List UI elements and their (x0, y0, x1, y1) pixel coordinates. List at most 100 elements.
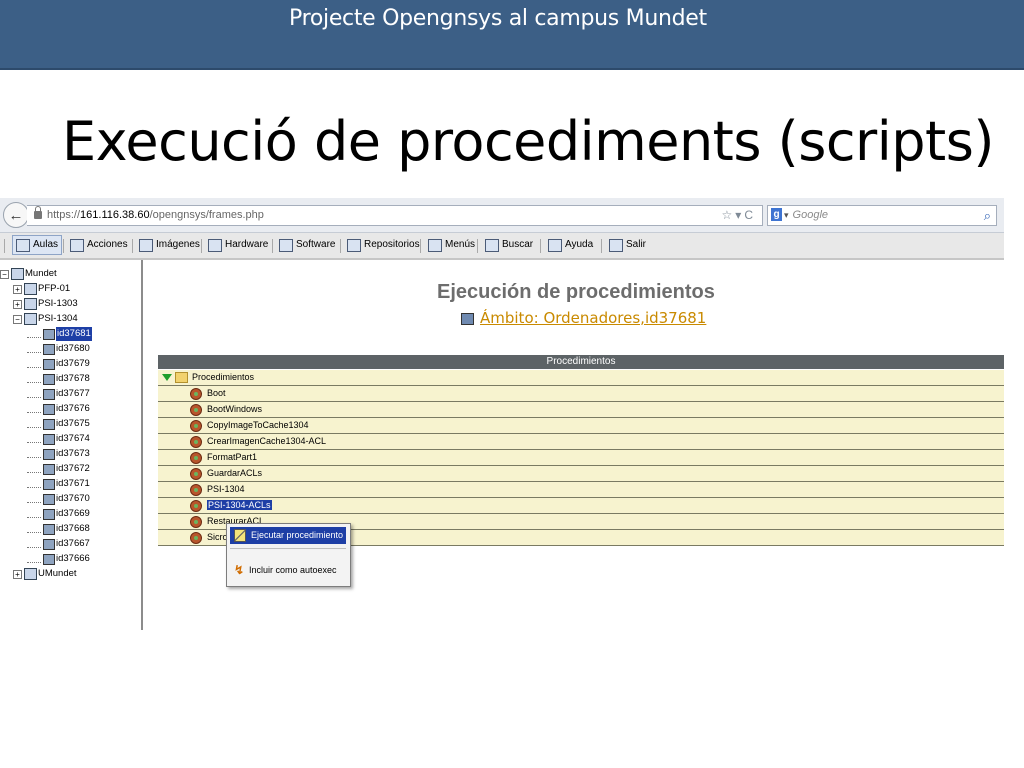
tree-node-root[interactable]: − Mundet (0, 267, 57, 281)
menu-item-ayuda[interactable]: Ayuda (548, 236, 593, 254)
bookmark-star-icon[interactable]: ☆ (722, 208, 736, 222)
tree-node-group[interactable]: + PSI-1303 (13, 297, 78, 311)
tree-node-computer[interactable]: id37674 (27, 432, 90, 446)
menu-item-aulas[interactable]: Aulas (12, 235, 63, 255)
folder-label: Procedimientos (192, 372, 255, 382)
tree-node-computer[interactable]: id37670 (27, 492, 90, 506)
help-icon (548, 238, 562, 252)
expand-icon[interactable]: + (13, 284, 22, 294)
tree-node-computer[interactable]: id37673 (27, 447, 90, 461)
procedure-row[interactable]: FormatPart1 (158, 450, 1004, 466)
procedure-icon (190, 483, 202, 496)
tree-node-computer[interactable]: id37668 (27, 522, 90, 536)
engine-dropdown-icon[interactable]: ▾ (784, 210, 789, 220)
tree-node-computer[interactable]: id37681 (27, 327, 92, 341)
reload-icon[interactable]: C (744, 208, 756, 222)
computer-icon (43, 328, 55, 340)
procedure-row[interactable]: GuardarACLs (158, 466, 1004, 482)
url-path: /opengnsys/frames.php (149, 209, 264, 221)
computer-icon (43, 538, 55, 550)
computer-icon (43, 493, 55, 505)
url-bar-icons: ☆▾C (722, 206, 756, 225)
collapse-icon[interactable]: − (0, 269, 9, 279)
computer-icon (43, 433, 55, 445)
menu-item-buscar[interactable]: Buscar (485, 236, 533, 254)
tree-node-group[interactable]: + PFP-01 (13, 282, 70, 296)
tree-node-computer[interactable]: id37671 (27, 477, 90, 491)
group-icon (24, 283, 37, 295)
menu-item-acciones[interactable]: Acciones (70, 236, 128, 254)
menu-item-hardware[interactable]: Hardware (208, 236, 268, 254)
back-arrow-icon: ← (8, 206, 24, 224)
tree-node-computer[interactable]: id37666 (27, 552, 90, 566)
menu-item-menus[interactable]: Menús (428, 236, 475, 254)
tree-node-computer[interactable]: id37667 (27, 537, 90, 551)
tree-node-computer[interactable]: id37675 (27, 417, 90, 431)
menu-label: Ayuda (565, 239, 594, 250)
tree-node-computer[interactable]: id37678 (27, 372, 90, 386)
search-input[interactable]: g ▾ Google ⌕ (767, 205, 997, 226)
tree-label: id37675 (56, 418, 90, 429)
url-input[interactable]: https://161.116.38.60/opengnsys/frames.p… (27, 205, 763, 226)
menu-separator (272, 239, 273, 253)
menu-item-salir[interactable]: Salir (609, 236, 646, 254)
folder-row[interactable]: Procedimientos (158, 370, 1004, 386)
procedure-row[interactable]: BootWindows (158, 402, 1004, 418)
procedure-row[interactable]: CopyImageToCache1304 (158, 418, 1004, 434)
scope-link[interactable]: Ámbito: Ordenadores,id37681 (480, 309, 706, 327)
network-icon (11, 268, 24, 280)
tree-node-computer[interactable]: id37672 (27, 462, 90, 476)
procedure-icon (190, 451, 202, 464)
computer-icon (43, 403, 55, 415)
procedure-icon (190, 499, 202, 512)
tree-node-computer[interactable]: id37676 (27, 402, 90, 416)
tree-node-computer[interactable]: id37677 (27, 387, 90, 401)
menu-separator (477, 239, 478, 253)
procedure-label: PSI-1304 (207, 484, 245, 494)
tree-node-group[interactable]: + UMundet (13, 567, 77, 581)
procedure-label: CrearImagenCache1304-ACL (207, 436, 327, 446)
google-search-engine-icon[interactable]: g (771, 208, 782, 221)
procedure-row[interactable]: CrearImagenCache1304-ACL (158, 434, 1004, 450)
dropdown-arrow-icon[interactable]: ▾ (735, 208, 744, 222)
group-icon (24, 298, 37, 310)
collapse-icon[interactable]: − (13, 314, 22, 324)
context-item-execute[interactable]: Ejecutar procedimiento (230, 527, 346, 544)
computer-icon (43, 418, 55, 430)
repositories-icon (347, 238, 361, 252)
exit-icon (609, 238, 623, 252)
tree-node-group[interactable]: − PSI-1304 (13, 312, 78, 326)
procedure-label: CopyImageToCache1304 (207, 420, 309, 430)
group-icon (24, 568, 37, 580)
software-icon (279, 238, 293, 252)
search-placeholder: Google (792, 209, 829, 221)
menu-label: Software (296, 239, 336, 250)
tree-label: PFP-01 (38, 283, 71, 294)
menu-separator (4, 239, 5, 253)
browser-window: ← https://161.116.38.60/opengnsys/frames… (0, 198, 1004, 630)
computer-icon (43, 448, 55, 460)
folder-icon (175, 372, 188, 384)
tree-node-computer[interactable]: id37679 (27, 357, 90, 371)
procedure-row-selected[interactable]: PSI-1304-ACLs (158, 498, 1004, 514)
procedure-row[interactable]: Boot (158, 386, 1004, 402)
magnifier-icon[interactable]: ⌕ (984, 206, 991, 225)
expand-icon[interactable]: + (13, 299, 22, 309)
tree-node-computer[interactable]: id37680 (27, 342, 90, 356)
expanded-triangle-icon[interactable] (162, 374, 172, 382)
menu-item-repositorios[interactable]: Repositorios (347, 236, 420, 254)
tree-label: Mundet (25, 268, 57, 279)
back-button[interactable]: ← (3, 202, 29, 228)
computer-icon (43, 343, 55, 355)
menu-separator (601, 239, 602, 253)
context-item-autoexec[interactable]: ↯ Incluir como autoexec (230, 562, 346, 579)
tree-label: id37678 (56, 373, 90, 384)
menu-item-software[interactable]: Software (279, 236, 335, 254)
expand-icon[interactable]: + (13, 569, 22, 579)
procedure-icon (190, 467, 202, 480)
app-menu-bar: Aulas Acciones Imágenes Hardware Softwar… (0, 233, 1004, 260)
procedure-row[interactable]: PSI-1304 (158, 482, 1004, 498)
computer-icon (43, 523, 55, 535)
menu-item-imagenes[interactable]: Imágenes (139, 236, 200, 254)
tree-node-computer[interactable]: id37669 (27, 507, 90, 521)
